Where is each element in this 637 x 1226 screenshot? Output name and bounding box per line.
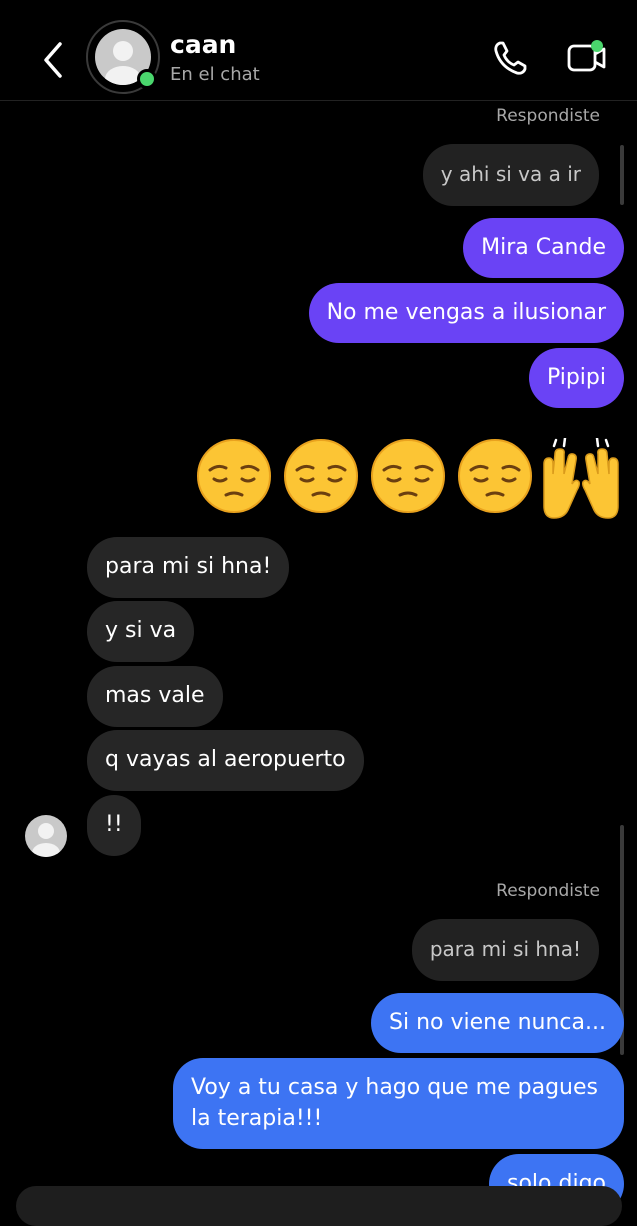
phone-icon[interactable] xyxy=(492,38,528,78)
emoji-message[interactable]: 😔😔😔😔🙌 xyxy=(196,438,626,522)
sender-avatar-icon[interactable] xyxy=(25,815,67,857)
pensive-face-icon xyxy=(458,439,532,513)
message-bubble-incoming[interactable]: para mi si hna! xyxy=(87,537,290,598)
scroll-indicator xyxy=(620,145,624,205)
quoted-reply[interactable]: para mi si hna! xyxy=(411,919,599,981)
pensive-face-icon xyxy=(371,439,445,513)
message-bubble-outgoing[interactable]: No me vengas a ilusionar xyxy=(308,283,624,343)
reply-label: Respondiste xyxy=(496,106,600,126)
message-bubble-outgoing[interactable]: Si no viene nunca... xyxy=(371,993,624,1053)
message-bubble-incoming[interactable]: mas vale xyxy=(87,666,223,727)
message-bubble-incoming[interactable]: q vayas al aeropuerto xyxy=(87,730,364,791)
message-text-line: la terapia!!! xyxy=(191,1106,323,1131)
presence-status: En el chat xyxy=(170,64,260,85)
message-bubble-incoming[interactable]: !! xyxy=(87,795,141,856)
chat-header: caan En el chat xyxy=(0,0,637,101)
pensive-face-icon xyxy=(284,439,358,513)
online-indicator xyxy=(137,69,157,89)
message-input-bar[interactable] xyxy=(16,1186,622,1226)
message-bubble-outgoing[interactable]: Pipipi xyxy=(528,348,624,408)
message-bubble-incoming[interactable]: y si va xyxy=(87,601,195,662)
quoted-reply[interactable]: y ahi si va a ir xyxy=(422,144,599,206)
contact-name[interactable]: caan xyxy=(170,30,236,59)
pensive-face-icon xyxy=(197,439,271,513)
reply-label: Respondiste xyxy=(496,881,600,901)
message-text-line: Voy a tu casa y hago que me pagues xyxy=(191,1075,598,1100)
message-bubble-outgoing[interactable]: Voy a tu casa y hago que me pagues la te… xyxy=(173,1058,624,1149)
chevron-left-icon[interactable] xyxy=(38,38,68,82)
message-bubble-outgoing[interactable]: Mira Cande xyxy=(463,218,624,278)
video-active-dot xyxy=(591,40,603,52)
raising-hands-icon xyxy=(543,438,619,519)
